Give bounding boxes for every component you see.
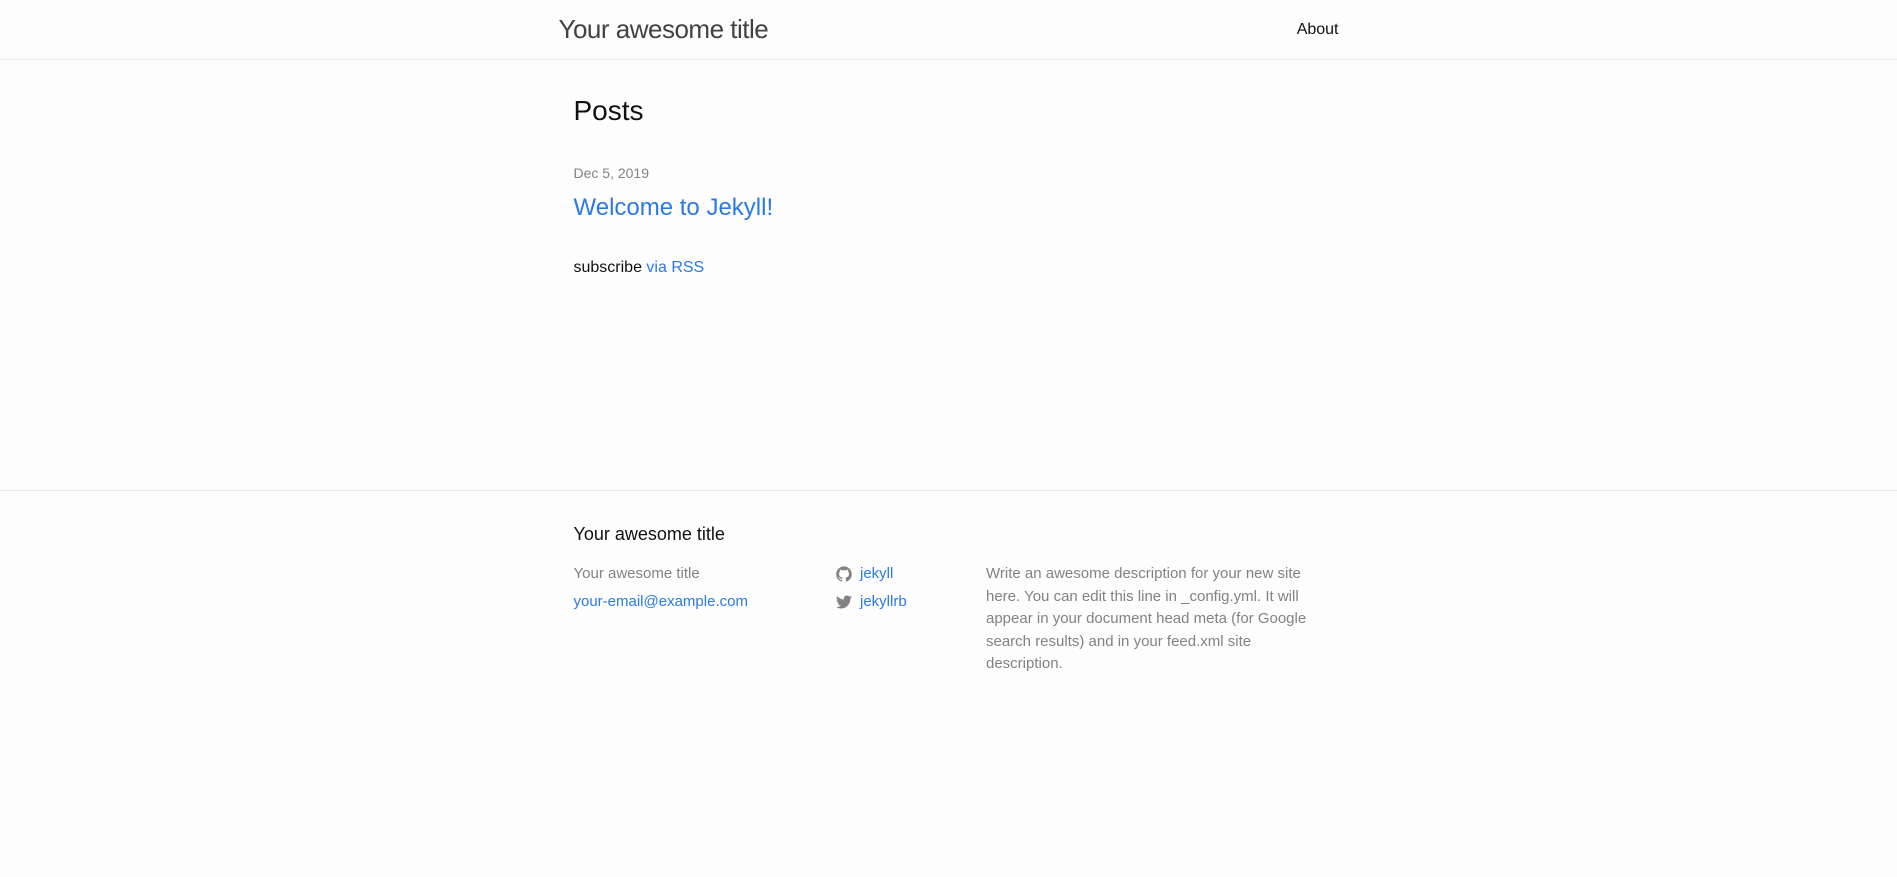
github-icon <box>836 563 852 586</box>
footer-heading: Your awesome title <box>574 521 1324 548</box>
rss-subscribe: subscribe via RSS <box>574 256 1324 280</box>
footer-social-col: jekyll jekyllrb <box>836 563 986 676</box>
posts-heading: Posts <box>574 90 1324 132</box>
twitter-link[interactable]: jekyllrb <box>860 591 907 614</box>
page-content: Posts Dec 5, 2019 Welcome to Jekyll! sub… <box>0 60 1897 490</box>
post-title-link[interactable]: Welcome to Jekyll! <box>574 190 1324 226</box>
contact-email-link[interactable]: your-email@example.com <box>574 593 748 610</box>
social-github-item: jekyll <box>836 563 986 586</box>
subscribe-label: subscribe <box>574 259 647 276</box>
footer-description: Write an awesome description for your ne… <box>986 563 1324 676</box>
nav-about-link[interactable]: About <box>1297 21 1339 38</box>
post-item: Dec 5, 2019 Welcome to Jekyll! <box>574 162 1324 226</box>
post-list: Dec 5, 2019 Welcome to Jekyll! <box>574 162 1324 226</box>
footer-contact-col: Your awesome title your-email@example.co… <box>574 563 837 676</box>
post-date: Dec 5, 2019 <box>574 165 650 181</box>
site-title-link[interactable]: Your awesome title <box>559 10 769 49</box>
github-link[interactable]: jekyll <box>860 563 893 586</box>
footer-description-col: Write an awesome description for your ne… <box>986 563 1324 676</box>
rss-link[interactable]: via RSS <box>646 259 704 276</box>
twitter-icon <box>836 591 852 614</box>
site-footer: Your awesome title Your awesome title yo… <box>0 490 1897 706</box>
social-twitter-item: jekyllrb <box>836 591 986 614</box>
site-header: Your awesome title About <box>0 0 1897 60</box>
contact-name: Your awesome title <box>574 563 837 586</box>
site-nav: About <box>1297 18 1339 42</box>
